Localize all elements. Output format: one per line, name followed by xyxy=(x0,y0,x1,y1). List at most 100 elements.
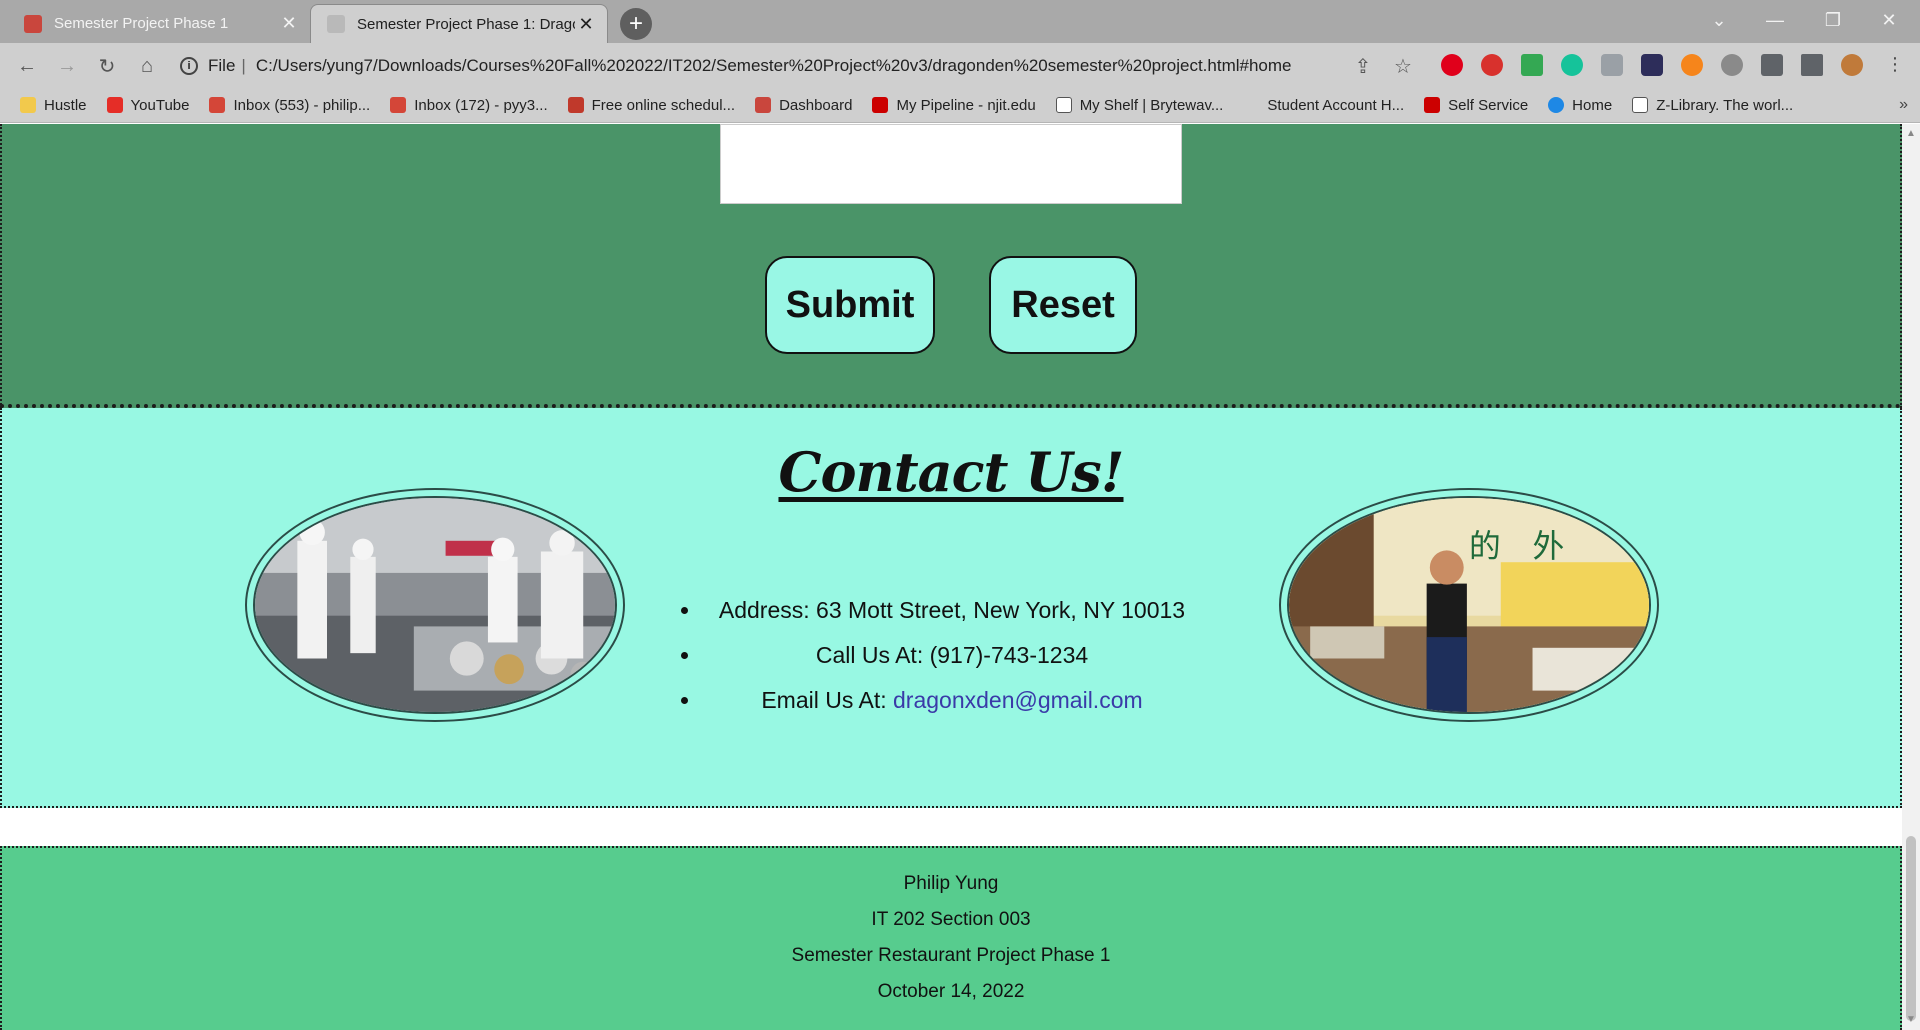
forward-arrow-icon[interactable]: → xyxy=(52,51,82,81)
address-field[interactable]: i File | C:/Users/yung7/Downloads/Course… xyxy=(180,49,1370,83)
bookmark-label: My Pipeline - njit.edu xyxy=(896,96,1036,114)
grammarly-icon[interactable] xyxy=(1561,54,1583,76)
new-tab-button[interactable]: + xyxy=(620,8,652,40)
gmail-icon xyxy=(390,97,407,113)
tab-title: Semester Project Phase 1 xyxy=(54,15,229,32)
submit-button[interactable]: Submit xyxy=(765,256,935,354)
bookmark-label: Hustle xyxy=(44,96,87,114)
phone-text: Call Us At: (917)-743-1234 xyxy=(815,642,1089,668)
contact-title: Contact Us! xyxy=(778,440,1124,504)
njit-icon xyxy=(872,97,889,113)
document-icon xyxy=(1055,97,1072,113)
bookmark-pipeline[interactable]: My Pipeline - njit.edu xyxy=(872,96,1036,114)
bookmark-label: Dashboard xyxy=(779,96,853,114)
divider: | xyxy=(241,56,246,75)
bookmark-label: Self Service xyxy=(1448,96,1529,114)
bookmark-home[interactable]: Home xyxy=(1548,97,1612,114)
contact-info-list: Address: 63 Mott Street, New York, NY 10… xyxy=(702,588,1202,723)
wordtune-icon[interactable] xyxy=(1641,54,1663,76)
url-text: C:/Users/yung7/Downloads/Courses%20Fall%… xyxy=(255,56,1292,75)
calendar-icon xyxy=(567,97,584,113)
close-icon[interactable]: ✕ xyxy=(575,13,597,35)
info-icon[interactable]: i xyxy=(180,57,198,75)
svg-text:外: 外 xyxy=(1533,527,1565,565)
bookmark-hustle[interactable]: Hustle xyxy=(20,97,87,114)
bookmarks-bar: Hustle YouTube Inbox (553) - philip... I… xyxy=(0,88,1920,123)
zlibrary-icon xyxy=(1632,97,1649,113)
bookmark-self-service[interactable]: Self Service xyxy=(1424,97,1528,114)
bookmark-label: Free online schedul... xyxy=(591,96,736,114)
extensions-puzzle-icon[interactable] xyxy=(1761,54,1783,76)
footer-course: IT 202 Section 003 xyxy=(871,909,1031,930)
blank-icon xyxy=(1243,97,1260,113)
phone-item: Call Us At: (917)-743-1234 xyxy=(702,633,1202,678)
bookmark-star-icon[interactable]: ☆ xyxy=(1388,51,1418,81)
reservation-form-section: Submit Reset xyxy=(0,124,1902,408)
bookmark-brytewave[interactable]: My Shelf | Brytewav... xyxy=(1055,97,1223,114)
vertical-scrollbar[interactable]: ▲ ▼ xyxy=(1902,124,1920,1030)
bookmark-dashboard[interactable]: Dashboard xyxy=(755,97,852,114)
share-icon[interactable]: ⇪ xyxy=(1348,51,1378,81)
gmail-icon xyxy=(209,97,226,113)
footer-author: Philip Yung xyxy=(903,873,999,894)
reload-icon[interactable]: ↻ xyxy=(92,51,122,81)
page-viewport: Submit Reset Contact Us! • Address: 63 M… xyxy=(0,124,1902,1030)
window-close-icon[interactable]: ✕ xyxy=(1862,0,1916,40)
close-icon[interactable]: ✕ xyxy=(278,13,300,35)
contact-section: Contact Us! • Address: 63 Mott Street, N… xyxy=(0,408,1902,808)
tab-dragonden[interactable]: Semester Project Phase 1: Drago ✕ xyxy=(310,4,608,43)
bookmark-scheduler[interactable]: Free online schedul... xyxy=(567,96,736,114)
restaurant-photo: 的 外 xyxy=(1279,488,1659,722)
back-arrow-icon[interactable]: ← xyxy=(12,51,42,81)
kitchen-photo xyxy=(245,488,625,722)
kitchen-photo-image xyxy=(253,496,617,714)
canvas-favicon-icon xyxy=(24,14,42,33)
section-gap xyxy=(0,808,1902,846)
bookmark-inbox-pyy3[interactable]: Inbox (172) - pyy3... xyxy=(390,97,548,114)
address-bar-row: ← → ↻ ⌂ i File | C:/Users/yung7/Download… xyxy=(0,43,1920,88)
footer-date: October 14, 2022 xyxy=(877,981,1025,1002)
svg-text:的: 的 xyxy=(1469,527,1501,565)
minimize-icon[interactable]: — xyxy=(1748,0,1802,40)
restaurant-photo-image: 的 外 xyxy=(1287,496,1651,714)
comments-textarea[interactable] xyxy=(720,124,1182,204)
opera-extension-icon[interactable] xyxy=(1441,54,1463,76)
scroll-up-arrow-icon[interactable]: ▲ xyxy=(1902,128,1920,142)
bookmark-youtube[interactable]: YouTube xyxy=(106,97,189,114)
profile-avatar[interactable] xyxy=(1841,54,1863,76)
tab-title: Semester Project Phase 1: Drago xyxy=(357,15,575,33)
reader-extension-icon[interactable] xyxy=(1721,54,1743,76)
more-bookmarks-icon[interactable]: » xyxy=(1899,96,1908,114)
side-panel-icon[interactable] xyxy=(1801,54,1823,76)
tab-bar: Semester Project Phase 1 ✕ Semester Proj… xyxy=(0,0,1920,43)
metamask-icon[interactable] xyxy=(1681,54,1703,76)
translate-extension-icon[interactable] xyxy=(1601,54,1623,76)
bookmark-student-account[interactable]: Student Account H... xyxy=(1243,97,1404,114)
reset-button[interactable]: Reset xyxy=(989,256,1137,354)
footer-project: Semester Restaurant Project Phase 1 xyxy=(791,945,1111,966)
youtube-icon xyxy=(106,97,123,113)
njit-icon xyxy=(1424,97,1441,113)
cloud-icon xyxy=(1548,97,1565,113)
email-link[interactable]: dragonxden@gmail.com xyxy=(893,687,1143,713)
home-icon[interactable]: ⌂ xyxy=(132,51,162,81)
bookmark-zlibrary[interactable]: Z-Library. The worl... xyxy=(1632,97,1793,114)
folder-icon xyxy=(20,97,36,113)
bookmark-label: Student Account H... xyxy=(1267,96,1405,114)
tab-search-icon[interactable]: ⌄ xyxy=(1692,0,1746,40)
scroll-down-arrow-icon[interactable]: ▼ xyxy=(1902,1014,1920,1028)
google-drive-icon[interactable] xyxy=(1521,54,1543,76)
scroll-thumb[interactable] xyxy=(1906,836,1916,1021)
adblock-icon[interactable] xyxy=(1481,54,1503,76)
restore-icon[interactable]: ❐ xyxy=(1806,0,1860,40)
email-item: Email Us At: dragonxden@gmail.com xyxy=(702,678,1202,723)
address-text: Address: 63 Mott Street, New York, NY 10… xyxy=(718,597,1186,623)
page-favicon-icon xyxy=(327,15,345,33)
bookmark-label: Inbox (553) - philip... xyxy=(233,96,371,114)
email-label: Email Us At: xyxy=(761,687,893,713)
scheme-label: File xyxy=(208,56,236,75)
canvas-icon xyxy=(755,97,772,113)
bookmark-inbox-philip[interactable]: Inbox (553) - philip... xyxy=(209,97,370,114)
menu-kebab-icon[interactable]: ⋮ xyxy=(1884,54,1906,76)
tab-semester-project[interactable]: Semester Project Phase 1 ✕ xyxy=(8,4,310,43)
